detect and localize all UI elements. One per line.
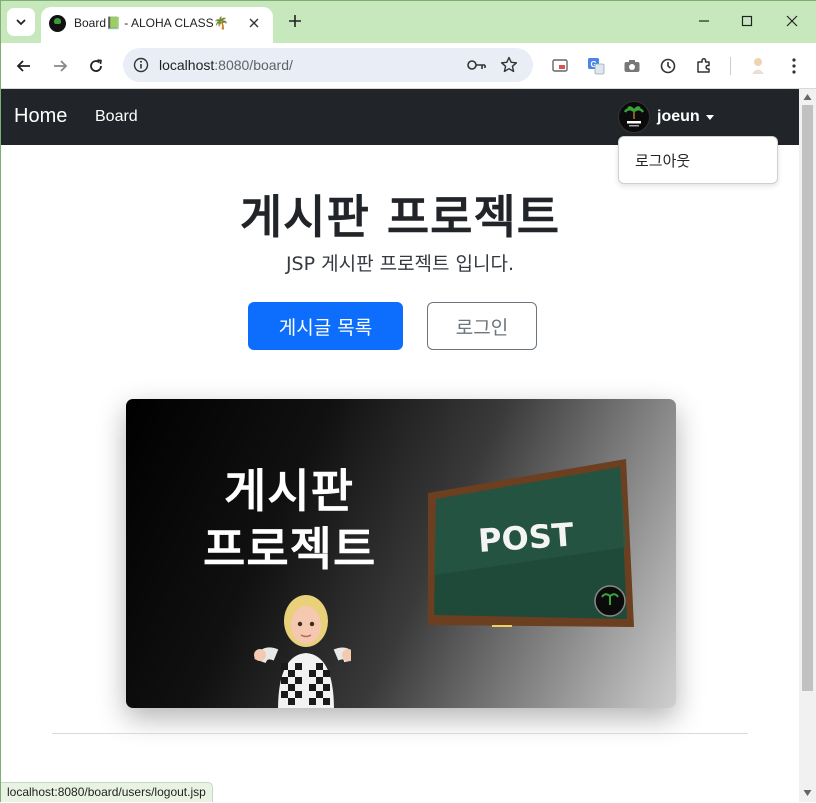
page-subtitle: JSP 게시판 프로젝트 입니다. [285, 253, 515, 275]
key-icon[interactable] [467, 55, 487, 75]
minimize-icon [699, 20, 709, 22]
profile-avatar-icon[interactable] [747, 55, 769, 77]
vertical-scrollbar[interactable] [799, 89, 816, 802]
browser-toolbar: localhost:8080/board/ G [1, 43, 816, 89]
login-button[interactable]: 로그인 [427, 302, 537, 350]
cast-icon[interactable] [549, 55, 571, 77]
maximize-icon [741, 15, 753, 27]
minimize-button[interactable] [691, 9, 717, 33]
site-info-icon[interactable] [131, 55, 151, 75]
maximize-button[interactable] [734, 9, 760, 33]
chevron-down-icon [16, 19, 26, 26]
plus-icon [289, 15, 301, 27]
reload-icon [90, 59, 102, 72]
page-title: 게시판 프로젝트 [239, 190, 561, 244]
close-icon [786, 15, 798, 27]
nav-board-link[interactable]: Board [95, 108, 138, 126]
browser-window: Board📗 - ALOHA CLASS🌴 localhost:8080/boa… [0, 0, 816, 803]
arrow-right-icon [54, 60, 68, 72]
scroll-up-icon[interactable] [803, 93, 812, 101]
close-icon [249, 18, 259, 28]
translate-icon[interactable]: G [585, 55, 607, 77]
address-bar[interactable]: localhost:8080/board/ [123, 48, 533, 82]
sync-icon[interactable] [657, 55, 679, 77]
menu-kebab-icon[interactable] [783, 55, 805, 77]
extensions-puzzle-icon[interactable] [693, 55, 715, 77]
character-illustration [254, 595, 351, 708]
reload-button[interactable] [83, 53, 109, 79]
nav-home-link[interactable]: Home [14, 105, 67, 128]
user-dropdown-menu: 로그아웃 [618, 136, 778, 184]
nav-username[interactable]: joeun [657, 108, 700, 126]
status-bar-url: localhost:8080/board/users/logout.jsp [1, 782, 213, 802]
url-text[interactable]: localhost:8080/board/ [159, 57, 293, 73]
new-tab-button[interactable] [285, 11, 305, 31]
hero-banner-image: 게시판 프로젝트 POST [126, 399, 676, 708]
user-avatar[interactable] [618, 101, 650, 133]
scroll-down-icon[interactable] [803, 789, 812, 797]
caret-down-icon[interactable] [706, 115, 714, 120]
favicon-icon [49, 15, 66, 32]
chalkboard-illustration: POST [428, 459, 634, 627]
camera-icon[interactable] [621, 55, 643, 77]
tab-search-button[interactable] [7, 8, 35, 36]
bookmark-star-icon[interactable] [499, 55, 519, 75]
section-divider [52, 733, 748, 734]
forward-button[interactable] [47, 53, 73, 79]
url-host: localhost [159, 57, 215, 73]
tab-close-button[interactable] [245, 14, 263, 32]
back-button[interactable] [11, 53, 37, 79]
banner-text-line2: 프로젝트 [203, 522, 377, 576]
banner-text-line1: 게시판 [224, 464, 354, 518]
tab-strip: Board📗 - ALOHA CLASS🌴 [1, 1, 816, 43]
url-path: :8080/board/ [214, 57, 293, 73]
post-list-button[interactable]: 게시글 목록 [248, 302, 403, 350]
dropdown-item-logout[interactable]: 로그아웃 [635, 150, 690, 171]
chalkboard-text: POST [477, 515, 575, 560]
arrow-left-icon [16, 60, 30, 72]
aloha-logo-icon [623, 106, 645, 127]
toolbar-separator [730, 57, 731, 75]
browser-tab[interactable]: Board📗 - ALOHA CLASS🌴 [41, 7, 273, 43]
tab-title: Board📗 - ALOHA CLASS🌴 [74, 16, 229, 30]
page-viewport: Home Board joeun 로그아웃 게시판 프로젝트 JSP 게시판 프… [1, 89, 799, 803]
scrollbar-thumb[interactable] [802, 105, 813, 691]
close-window-button[interactable] [779, 9, 805, 33]
